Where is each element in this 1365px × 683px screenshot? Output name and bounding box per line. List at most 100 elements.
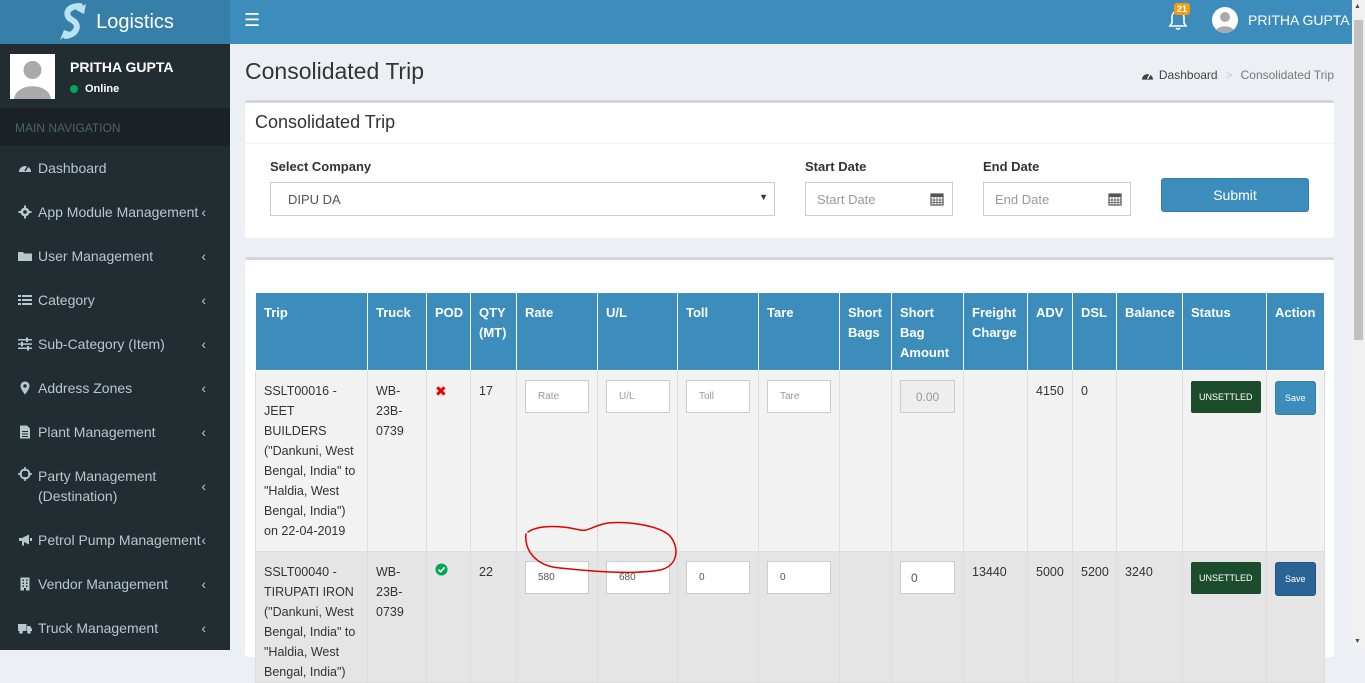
header-user-name: PRITHA GUPTA <box>1248 12 1350 28</box>
chevron-left-icon: ‹ <box>201 204 206 220</box>
sidebar-item-app-module-management[interactable]: App Module Management ‹ <box>0 190 230 234</box>
status-badge: UNSETTLED <box>1191 562 1261 594</box>
tare-input[interactable]: Tare <box>767 380 831 413</box>
dropdown-caret-icon: ▼ <box>759 192 768 202</box>
toll-input[interactable]: Toll <box>686 380 750 413</box>
column-header: Trip <box>255 292 368 371</box>
chevron-left-icon: ‹ <box>201 336 206 352</box>
folder-icon <box>18 249 32 263</box>
bullhorn-icon <box>18 533 32 547</box>
balance-cell: 3240 <box>1116 551 1183 683</box>
page-title: Consolidated Trip <box>245 58 424 84</box>
sidebar-item-plant-management[interactable]: Plant Management ‹ <box>0 410 230 454</box>
rate-cell: 580 <box>516 551 598 683</box>
start-date-input[interactable]: Start Date <box>805 182 953 216</box>
sidebar-item-truck-management[interactable]: Truck Management ‹ <box>0 606 230 650</box>
column-header: POD <box>426 292 471 371</box>
chevron-left-icon: ‹ <box>201 576 206 592</box>
column-header: Rate <box>516 292 598 371</box>
breadcrumb-home-link[interactable]: Dashboard <box>1159 68 1218 82</box>
column-header: Toll <box>677 292 759 371</box>
brand-logo[interactable]: Logistics <box>0 0 230 44</box>
short-bag-amount-input[interactable]: 0 <box>900 561 955 594</box>
truck-cell: WB-23B-0739 <box>367 551 427 683</box>
dsl-cell: 0 <box>1072 370 1117 552</box>
end-date-label: End Date <box>983 159 1040 174</box>
top-navbar: ☰ 21 PRITHA GUPTA <box>230 0 1352 44</box>
sidebar-item-category[interactable]: Category ‹ <box>0 278 230 322</box>
qty-cell: 17 <box>470 370 517 552</box>
qty-cell: 22 <box>470 551 517 683</box>
adv-cell: 4150 <box>1027 370 1073 552</box>
pod-cell <box>426 551 471 683</box>
gear-icon <box>18 205 32 219</box>
rate-cell: Rate <box>516 370 598 552</box>
trip-cell: SSLT00016 - JEET BUILDERS ("Dankuni, Wes… <box>255 370 368 552</box>
submit-button[interactable]: Submit <box>1161 178 1309 212</box>
scrollbar-thumb[interactable] <box>1354 20 1363 340</box>
save-button[interactable]: Save <box>1275 381 1316 415</box>
filter-box: Consolidated Trip Select Company DIPU DA… <box>245 100 1334 238</box>
ul-cell: 680 <box>597 551 678 683</box>
column-header: Status <box>1182 292 1267 371</box>
dashboard-icon <box>18 161 32 175</box>
sidebar: PRITHA GUPTA Online MAIN NAVIGATION Dash… <box>0 44 230 650</box>
ul-input[interactable]: U/L <box>606 380 670 413</box>
logo-icon <box>60 3 87 40</box>
toll-input[interactable]: 0 <box>686 561 750 594</box>
sidebar-item-party-management[interactable]: Party Management (Destination) ‹ <box>0 454 230 518</box>
balance-cell <box>1116 370 1183 552</box>
end-date-input[interactable]: End Date <box>983 182 1131 216</box>
rate-input[interactable]: 580 <box>525 561 589 594</box>
filter-box-title: Consolidated Trip <box>245 103 1334 144</box>
sidebar-toggle-icon[interactable]: ☰ <box>244 10 260 31</box>
avatar <box>1212 7 1238 33</box>
short-bag-amount-cell: 0.00 <box>891 370 964 552</box>
chevron-left-icon: ‹ <box>201 292 206 308</box>
building-icon <box>18 577 32 591</box>
ul-cell: U/L <box>597 370 678 552</box>
table-row: SSLT00040 - TIRUPATI IRON ("Dankuni, Wes… <box>255 551 1325 683</box>
breadcrumb: Dashboard > Consolidated Trip <box>1141 68 1334 82</box>
page-scrollbar[interactable]: ▲ ▼ <box>1352 0 1365 650</box>
user-status: Online <box>70 83 119 95</box>
rate-input[interactable]: Rate <box>525 380 589 413</box>
adv-cell: 5000 <box>1027 551 1073 683</box>
scroll-up-arrow-icon[interactable]: ▲ <box>1354 3 1361 10</box>
sidebar-item-sub-category[interactable]: Sub-Category (Item) ‹ <box>0 322 230 366</box>
company-select[interactable]: DIPU DA ▼ <box>270 182 775 216</box>
tare-cell: Tare <box>758 370 840 552</box>
chevron-left-icon: ‹ <box>201 620 206 636</box>
status-cell: UNSETTLED <box>1182 551 1267 683</box>
trip-cell: SSLT00040 - TIRUPATI IRON ("Dankuni, Wes… <box>255 551 368 683</box>
sidebar-item-address-zones[interactable]: Address Zones ‹ <box>0 366 230 410</box>
column-header: Freight Charge <box>963 292 1028 371</box>
online-dot-icon <box>70 85 78 93</box>
ul-input[interactable]: 680 <box>606 561 670 594</box>
save-button[interactable]: Save <box>1275 562 1316 596</box>
sidebar-item-petrol-pump-management[interactable]: Petrol Pump Management ‹ <box>0 518 230 562</box>
user-menu[interactable]: PRITHA GUPTA <box>1212 7 1350 33</box>
sidebar-item-vendor-management[interactable]: Vendor Management ‹ <box>0 562 230 606</box>
action-cell: Save <box>1266 370 1325 552</box>
brand-name: Logistics <box>96 10 174 33</box>
toll-cell: Toll <box>677 370 759 552</box>
sidebar-item-dashboard[interactable]: Dashboard <box>0 146 230 190</box>
map-marker-icon <box>18 381 32 395</box>
sidebar-item-user-management[interactable]: User Management ‹ <box>0 234 230 278</box>
short-bag-amount-cell: 0 <box>891 551 964 683</box>
short-bags-cell <box>839 551 892 683</box>
scroll-down-arrow-icon[interactable]: ▼ <box>1354 638 1361 645</box>
breadcrumb-current: Consolidated Trip <box>1240 68 1334 82</box>
short-bag-amount-input: 0.00 <box>900 380 955 413</box>
table-row: SSLT00016 - JEET BUILDERS ("Dankuni, Wes… <box>255 370 1325 552</box>
pod-cell: ✖ <box>426 370 471 552</box>
tare-input[interactable]: 0 <box>767 561 831 594</box>
nav-header: MAIN NAVIGATION <box>0 108 230 146</box>
column-header: U/L <box>597 292 678 371</box>
trips-table: Trip Truck POD QTY (MT) Rate U/L Toll Ta… <box>255 292 1325 683</box>
chevron-left-icon: ‹ <box>201 478 206 494</box>
status-cell: UNSETTLED <box>1182 370 1267 552</box>
chevron-left-icon: ‹ <box>201 532 206 548</box>
truck-cell: WB-23B-0739 <box>367 370 427 552</box>
